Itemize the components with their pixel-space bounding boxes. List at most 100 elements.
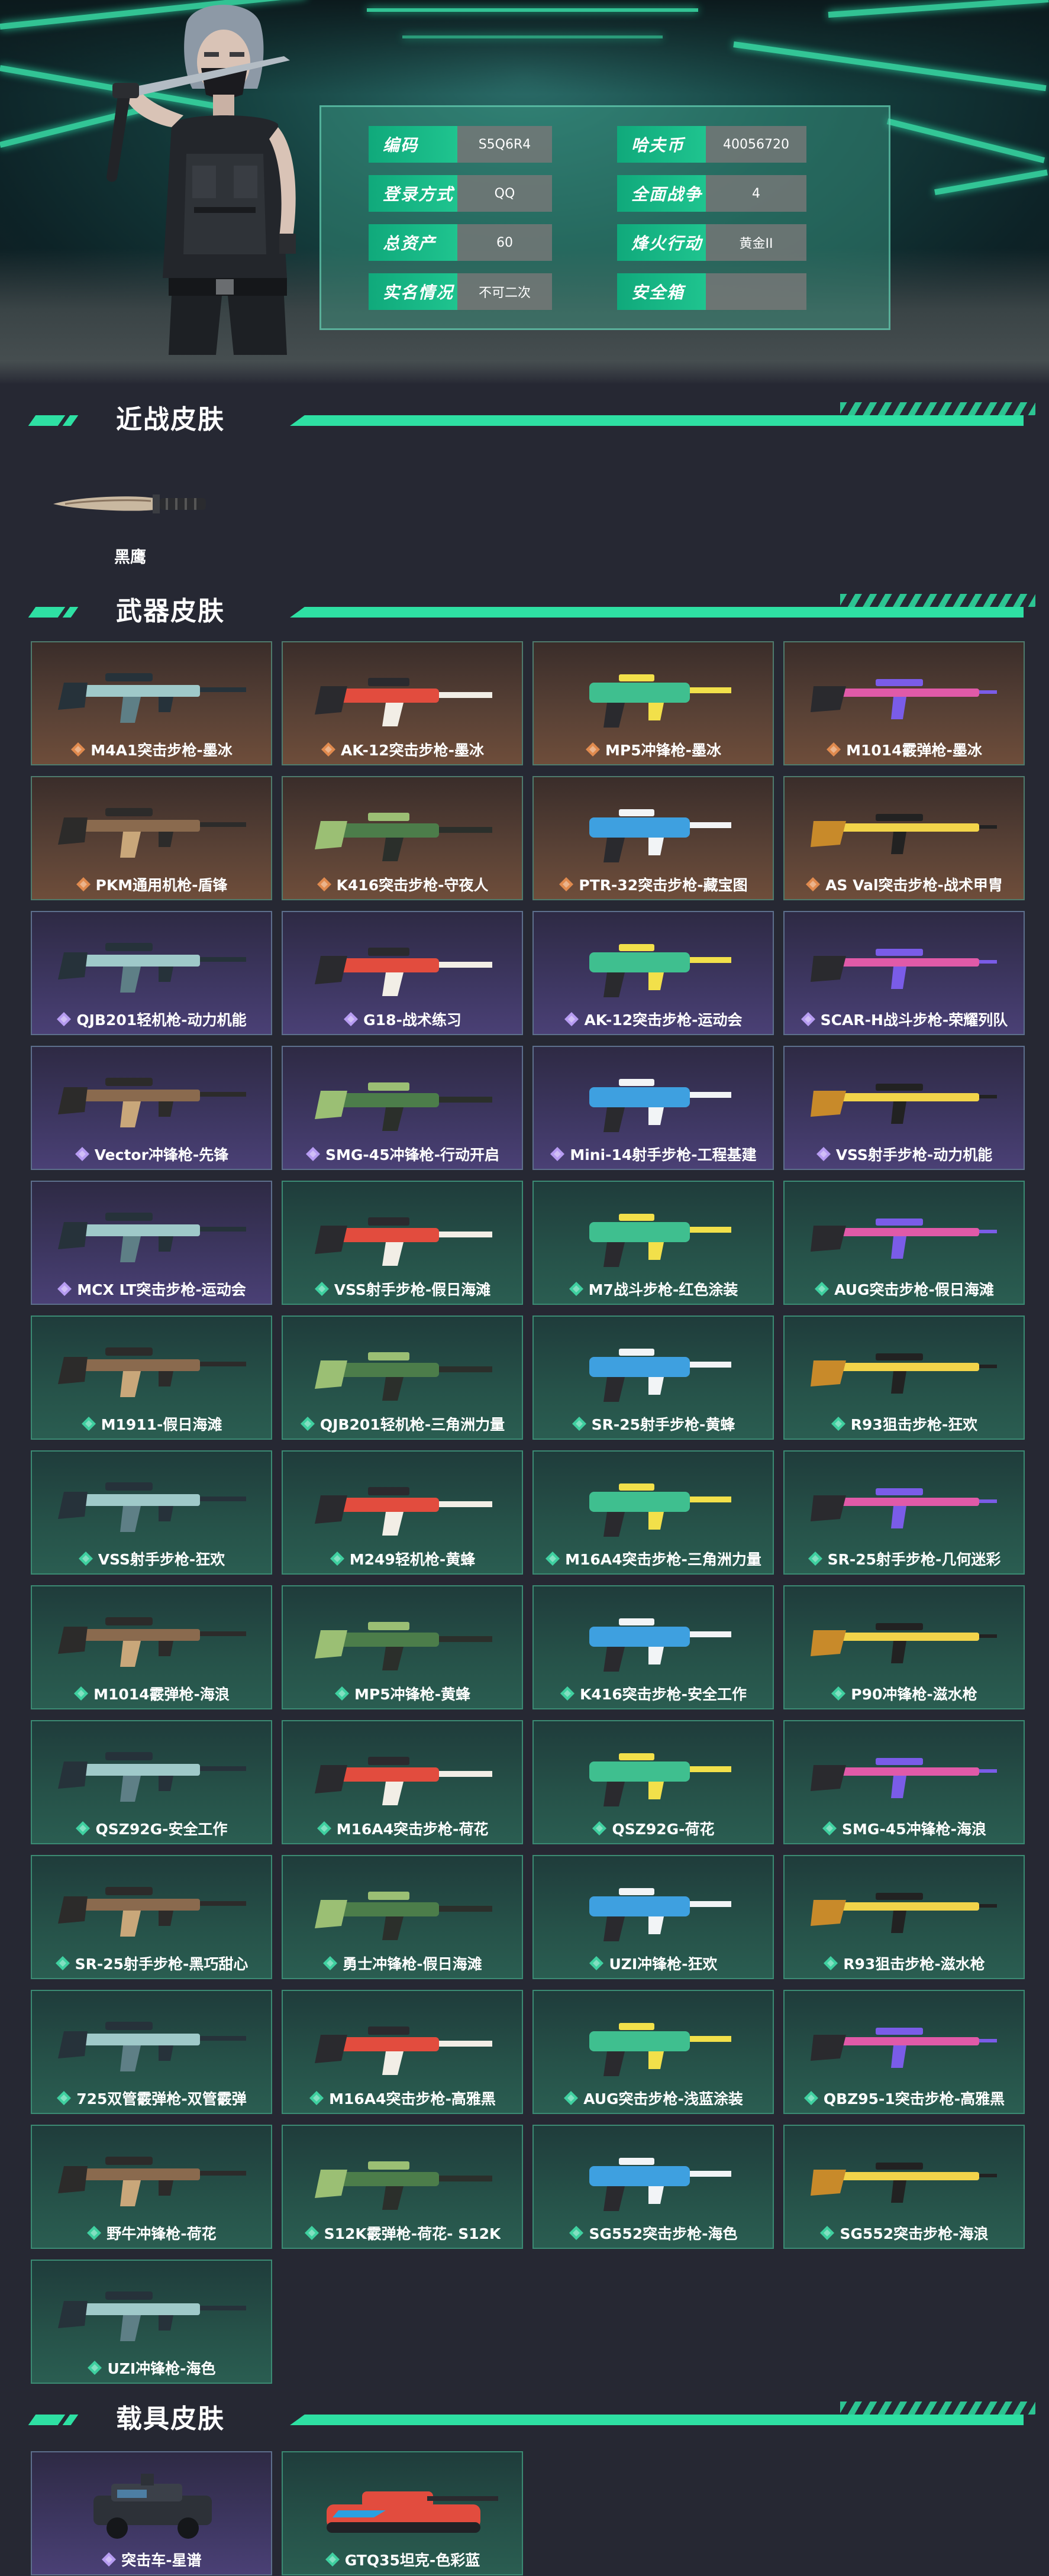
weapon-skin-card[interactable]: UZI冲锋枪-海色 [31,2260,272,2384]
vehicle-skin-card[interactable]: 突击车-星谱 [31,2451,272,2575]
weapon-skin-card[interactable]: S12K霰弹枪-荷花- S12K [282,2125,523,2249]
weapon-skin-card[interactable]: PTR-32突击步枪-藏宝图 [532,776,774,900]
weapon-skin-card[interactable]: R93狙击步枪-滋水枪 [783,1855,1025,1979]
rarity-diamond-icon [831,1686,846,1701]
weapon-icon [58,673,246,723]
rarity-diamond-icon [102,2552,117,2567]
info-label: 总资产 [369,224,457,261]
knife-icon [53,494,206,513]
skin-name: R93狙击步枪-狂欢 [850,1416,978,1433]
skin-name: SR-25射手步枪-几何迷彩 [827,1551,1001,1568]
skin-name: R93狙击步枪-滋水枪 [843,1956,985,1973]
weapon-skin-card[interactable]: 野牛冲锋枪-荷花 [31,2125,272,2249]
info-value: 黄金II [706,224,806,261]
weapon-skin-card[interactable]: M1014霰弹枪-海浪 [31,1585,272,1709]
rarity-diamond-icon [323,1956,338,1970]
weapon-skin-card[interactable]: 勇士冲锋枪-假日海滩 [282,1855,523,1979]
skin-name: VSS射手步枪-动力机能 [835,1146,993,1163]
weapon-skin-card[interactable]: SMG-45冲锋枪-海浪 [783,1720,1025,1844]
skin-label: SR-25射手步枪-黑巧甜心 [32,1951,271,1976]
weapon-skin-card[interactable]: QJB201轻机枪-三角洲力量 [282,1316,523,1440]
weapon-skin-card[interactable]: AUG突击步枪-浅蓝涂装 [532,1990,774,2114]
weapon-skin-card[interactable]: Mini-14射手步枪-工程基建 [532,1046,774,1170]
info-label: 安全箱 [617,273,706,310]
weapon-skin-card[interactable]: K416突击步枪-安全工作 [532,1585,774,1709]
skin-label: R93狙击步枪-狂欢 [785,1411,1024,1436]
weapon-skin-card[interactable]: SG552突击步枪-海浪 [783,2125,1025,2249]
rarity-diamond-icon [306,1147,321,1161]
info-row-code: 编码 S5Q6R4 [369,126,552,163]
info-row-hafcoin: 哈夫币 40056720 [617,126,806,163]
weapon-skin-card[interactable]: VSS射手步枪-假日海滩 [282,1181,523,1305]
weapon-skin-card[interactable]: M1014霰弹枪-墨冰 [783,641,1025,765]
weapon-skin-card[interactable]: QSZ92G-荷花 [532,1720,774,1844]
rarity-diamond-icon [572,1417,586,1431]
weapon-skin-card[interactable]: SR-25射手步枪-黑巧甜心 [31,1855,272,1979]
weapon-skin-card[interactable]: AUG突击步枪-假日海滩 [783,1181,1025,1305]
weapon-skin-card[interactable]: SMG-45冲锋枪-行动开启 [282,1046,523,1170]
weapon-skin-card[interactable]: VSS射手步枪-狂欢 [31,1450,272,1575]
weapon-skin-card[interactable]: MCX LT突击步枪-运动会 [31,1181,272,1305]
weapon-icon [811,814,997,854]
weapon-skin-card[interactable]: M16A4突击步枪-荷花 [282,1720,523,1844]
weapon-skin-card[interactable]: SCAR-H战斗步枪-荣耀列队 [783,911,1025,1035]
weapon-skin-card[interactable]: MP5冲锋枪-墨冰 [532,641,774,765]
weapon-skin-card[interactable]: SR-25射手步枪-几何迷彩 [783,1450,1025,1575]
weapon-skin-card[interactable]: K416突击步枪-守夜人 [282,776,523,900]
weapon-skin-card[interactable]: Vector冲锋枪-先锋 [31,1046,272,1170]
weapon-icon [315,678,492,726]
weapon-skin-card[interactable]: M16A4突击步枪-高雅黑 [282,1990,523,2114]
skin-name: M16A4突击步枪-三角洲力量 [565,1551,761,1568]
rarity-diamond-icon [824,1956,838,1970]
weapon-skin-card[interactable]: M7战斗步枪-红色涂装 [532,1181,774,1305]
weapon-skin-card[interactable]: QJB201轻机枪-动力机能 [31,911,272,1035]
skin-label: AS Val突击步枪-战术甲胄 [785,872,1024,897]
weapon-skin-card[interactable]: M4A1突击步枪-墨冰 [31,641,272,765]
info-row-real-name: 实名情况 不可二次 [369,273,552,310]
weapon-skin-card[interactable]: SR-25射手步枪-黄蜂 [532,1316,774,1440]
skin-name: M1014霰弹枪-墨冰 [846,742,982,759]
skin-name: UZI冲锋枪-狂欢 [609,1956,718,1973]
weapon-icon [811,1218,997,1259]
weapon-skin-card[interactable]: M249轻机枪-黄蜂 [282,1450,523,1575]
info-row-login-method: 登录方式 QQ [369,175,552,212]
rarity-diamond-icon [822,1821,837,1835]
weapon-icon [811,679,997,719]
weapon-skin-card[interactable]: VSS射手步枪-动力机能 [783,1046,1025,1170]
weapon-skin-card[interactable]: QSZ92G-安全工作 [31,1720,272,1844]
skin-label: M16A4突击步枪-高雅黑 [283,2086,522,2110]
weapon-skin-card[interactable]: MP5冲锋枪-黄蜂 [282,1585,523,1709]
skin-label: MP5冲锋枪-黄蜂 [283,1681,522,1706]
weapon-skin-card[interactable]: R93狙击步枪-狂欢 [783,1316,1025,1440]
weapon-skin-card[interactable]: AS Val突击步枪-战术甲胄 [783,776,1025,900]
skin-label: SR-25射手步枪-几何迷彩 [785,1546,1024,1571]
weapon-skin-card[interactable]: AK-12突击步枪-墨冰 [282,641,523,765]
skin-name: QBZ95-1突击步枪-高雅黑 [823,2090,1005,2108]
vehicle-skin-card[interactable]: GTQ35坦克-色彩蓝 [282,2451,523,2575]
weapon-skin-card[interactable]: M16A4突击步枪-三角洲力量 [532,1450,774,1575]
weapon-skin-card[interactable]: G18-战术练习 [282,911,523,1035]
weapon-skin-card[interactable]: UZI冲锋枪-狂欢 [532,1855,774,1979]
skin-name: VSS射手步枪-假日海滩 [334,1281,491,1298]
skin-name: PKM通用机枪-盾锋 [95,877,228,894]
weapon-skin-card[interactable]: 725双管霰弹枪-双管霰弹 [31,1990,272,2114]
weapon-icon [589,1483,731,1537]
weapon-icon [811,2028,997,2068]
info-value [706,273,806,310]
melee-skin-item[interactable]: 黑鹰 [41,473,219,568]
weapon-skin-card[interactable]: AK-12突击步枪-运动会 [532,911,774,1035]
skin-label: S12K霰弹枪-荷花- S12K [283,2221,522,2245]
skin-label: SG552突击步枪-海色 [534,2221,773,2245]
info-row-operation: 烽火行动 黄金II [617,224,806,261]
weapon-skin-card[interactable]: QBZ95-1突击步枪-高雅黑 [783,1990,1025,2114]
weapon-skin-card[interactable]: SG552突击步枪-海色 [532,2125,774,2249]
weapon-skin-card[interactable]: PKM通用机枪-盾锋 [31,776,272,900]
skin-name: QSZ92G-安全工作 [95,1821,228,1838]
weapon-icon [811,1488,997,1528]
skin-name: SR-25射手步枪-黄蜂 [591,1416,735,1433]
skin-label: M1911-假日海滩 [32,1411,271,1436]
weapon-icon [58,2022,246,2071]
weapon-skin-card[interactable]: M1911-假日海滩 [31,1316,272,1440]
skin-label: M7战斗步枪-红色涂装 [534,1276,773,1301]
weapon-skin-card[interactable]: P90冲锋枪-滋水枪 [783,1585,1025,1709]
